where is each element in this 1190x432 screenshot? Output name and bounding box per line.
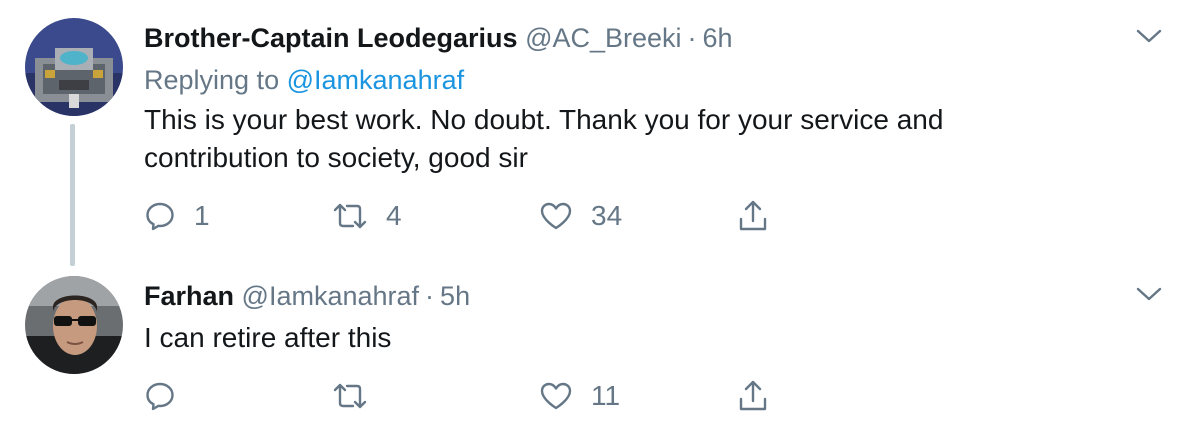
- tweet-text: This is your best work. No doubt. Thank …: [144, 101, 1064, 177]
- tweet-header: Brother-Captain Leodegarius @AC_Breeki · 6…: [144, 20, 733, 56]
- tweet-text-line: This is your best work. No doubt. Thank …: [144, 104, 944, 135]
- timestamp[interactable]: 5h: [440, 281, 470, 311]
- retweet-button[interactable]: [332, 376, 386, 416]
- thread-line: [70, 124, 75, 266]
- tweet-text-line: I can retire after this: [144, 322, 392, 353]
- separator: ·: [687, 23, 697, 53]
- caret-down-icon[interactable]: [1135, 27, 1163, 45]
- like-icon: [539, 200, 573, 232]
- action-bar: 11: [144, 376, 804, 416]
- share-button[interactable]: [737, 376, 769, 416]
- reply-button[interactable]: 1: [144, 196, 210, 236]
- author-name[interactable]: Brother-Captain Leodegarius: [144, 23, 518, 53]
- tweet-text: I can retire after this: [144, 319, 1064, 357]
- tweet[interactable]: Brother-Captain Leodegarius @AC_Breeki · 6…: [0, 0, 1190, 266]
- separator: ·: [425, 281, 435, 311]
- avatar[interactable]: [25, 18, 123, 116]
- avatar[interactable]: [25, 276, 123, 374]
- author-name[interactable]: Farhan: [144, 281, 234, 311]
- retweet-icon: [332, 200, 368, 232]
- like-count: 34: [591, 200, 623, 231]
- reply-count: 1: [194, 200, 210, 231]
- replying-to: Replying to @Iamkanahraf: [144, 62, 464, 98]
- tweet[interactable]: Farhan @Iamkanahraf · 5h I can retire afte…: [0, 264, 1190, 432]
- action-bar: 1 4 34: [144, 196, 804, 236]
- author-handle[interactable]: @Iamkanahraf: [242, 281, 420, 311]
- caret-down-icon[interactable]: [1135, 285, 1163, 303]
- like-button[interactable]: 34: [539, 196, 622, 236]
- like-icon: [539, 380, 573, 412]
- retweet-icon: [332, 380, 368, 412]
- tweet-header: Farhan @Iamkanahraf · 5h: [144, 278, 470, 314]
- author-handle[interactable]: @AC_Breeki: [525, 23, 681, 53]
- share-icon: [737, 199, 769, 233]
- timestamp[interactable]: 6h: [703, 23, 733, 53]
- share-button[interactable]: [737, 196, 769, 236]
- reply-icon: [144, 380, 176, 412]
- retweet-count: 4: [386, 200, 402, 231]
- mention-link[interactable]: @Iamkanahraf: [287, 65, 465, 95]
- like-button[interactable]: 11: [539, 376, 620, 416]
- share-icon: [737, 379, 769, 413]
- reply-icon: [144, 200, 176, 232]
- reply-button[interactable]: [144, 376, 194, 416]
- tweet-text-line: contribution to society, good sir: [144, 142, 528, 173]
- retweet-button[interactable]: 4: [332, 196, 402, 236]
- like-count: 11: [591, 380, 621, 411]
- replying-label: Replying to: [144, 65, 280, 95]
